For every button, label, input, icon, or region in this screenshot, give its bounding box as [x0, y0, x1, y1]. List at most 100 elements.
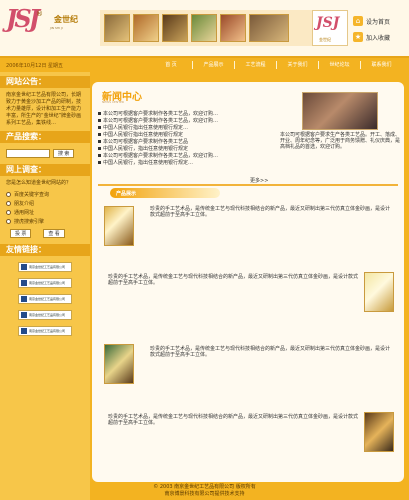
nav-item-forum[interactable]: 世纪论坛 [318, 61, 360, 69]
friend-link-label: 南京金世纪工艺品有限公司 [29, 265, 66, 269]
set-homepage-label: 设为首页 [366, 18, 391, 26]
survey-option-label: 通用网址 [14, 210, 35, 216]
search-input[interactable] [6, 149, 50, 158]
logo-secondary: JSJ 金世纪 [312, 10, 348, 46]
survey-option-label: 朋友介绍 [14, 201, 35, 207]
product-description: 珍贵的手工艺术品，是传统金工艺与现代科技相结合的新产品，最近又研制出第三代仿真立… [108, 274, 359, 286]
survey-option[interactable]: 朋友介绍 [6, 200, 84, 207]
link-logo-icon [21, 264, 27, 270]
banner-photo [162, 14, 188, 42]
link-logo-icon [21, 280, 27, 286]
link-logo-icon [21, 296, 27, 302]
vote-button[interactable]: 投 票 [10, 229, 32, 238]
bullet-icon [98, 112, 101, 115]
survey-question: 您是怎么知道金世纪网站的？ [6, 180, 72, 186]
radio-button[interactable] [6, 201, 11, 206]
products-banner-title: 产品展示 [116, 191, 137, 197]
radio-button[interactable] [6, 192, 11, 197]
nav-item-products[interactable]: 产品展示 [192, 61, 234, 69]
product-description: 珍贵的手工艺术品，是传统金工艺与现代科技相结合的新产品，最近又研制出第三代仿真立… [150, 346, 391, 358]
banner-photo [191, 14, 217, 42]
search-row: 搜 索 [6, 149, 84, 158]
news-item[interactable]: 本公司可根据客户要求制作各类工艺品，欢迎订购… [98, 152, 288, 159]
friend-link[interactable]: 南京金世纪工艺品有限公司 [18, 326, 72, 336]
logo-registered: ® [36, 10, 43, 18]
product-thumbnail[interactable] [104, 344, 134, 384]
header: JSJ ® 金世纪 JIN SHI JI JSJ 金世纪 ⌂ 设为首页 ★ 加入… [0, 0, 409, 58]
survey-option[interactable]: 通用网址 [6, 209, 84, 216]
nav-items: 首 页 产品展示 工艺流程 关于我们 世纪论坛 联系我们 [150, 61, 402, 69]
radio-button[interactable] [6, 219, 11, 224]
news-item[interactable]: 本公司可根据客户要求制作各类工艺品，欢迎订购… [98, 110, 288, 117]
footer: © 2003 南京金世纪工艺品有限公司 版权所有 南京博景科技有限公司提供技术支… [0, 484, 409, 500]
company-intro: 本公司可根据客户要求生产各类工艺品。开工、落成、开业、周年纪念等，广泛用于商务馈… [280, 132, 401, 150]
header-banner [100, 10, 312, 46]
sidebar: 网站公告： 南京金世纪工艺品有限公司，长期致力于黄金沙加工产品的研制，技术力量雄… [0, 72, 90, 500]
survey-title: 网上调查： [0, 164, 90, 176]
product-block: 珍贵的手工艺术品，是传统金工艺与现代科技相结合的新产品，最近又研制出第三代仿真立… [98, 202, 398, 262]
view-results-button[interactable]: 查 看 [43, 229, 65, 238]
news-item[interactable]: 本公司可根据客户要求制作各类工艺品，欢迎订购… [98, 117, 288, 124]
date-display: 2006年10月12日 星期五 [6, 63, 64, 69]
bullet-icon [98, 147, 101, 150]
more-news-link[interactable]: 更多>> [250, 177, 268, 184]
link-logo-icon [21, 328, 27, 334]
bullet-icon [98, 119, 101, 122]
news-item[interactable]: 中国人民银行指出任意使用银行规定 [98, 131, 288, 138]
friend-link-label: 南京金世纪工艺品有限公司 [29, 329, 66, 333]
logo2-text: 金世纪 [319, 37, 331, 42]
friend-link-label: 南京金世纪工艺品有限公司 [29, 297, 66, 301]
nav-item-contact[interactable]: 联系我们 [360, 61, 402, 69]
bullet-icon [98, 140, 101, 143]
friend-link[interactable]: 南京金世纪工艺品有限公司 [18, 310, 72, 320]
news-item[interactable]: 中国人民银行，指出任意使用银行规定 [98, 145, 288, 152]
bullet-icon [98, 154, 101, 157]
news-item-text: 本公司可根据客户要求制作各类工艺品，欢迎订购… [103, 153, 219, 159]
news-item-text: 本公司可根据客户要求制作各类工艺品 [103, 139, 189, 145]
product-block: 珍贵的手工艺术品，是传统金工艺与现代科技相结合的新产品，最近又研制出第三代仿真立… [98, 268, 398, 328]
logo-cn: 金世纪 [54, 15, 78, 24]
nav-item-process[interactable]: 工艺流程 [234, 61, 276, 69]
logo[interactable]: JSJ ® 金世纪 JIN SHI JI [6, 4, 100, 54]
news-item-text: 中国人民银行，指出任意使用银行规定 [103, 146, 189, 152]
star-icon: ★ [353, 32, 363, 42]
survey-option[interactable]: 搜虎搜索引擎 [6, 218, 84, 225]
footer-tech-support: 南京博景科技有限公司提供技术支持 [164, 491, 245, 497]
friend-link[interactable]: 南京金世纪工艺品有限公司 [18, 278, 72, 288]
main-nav: 2006年10月12日 星期五 首 页 产品展示 工艺流程 关于我们 世纪论坛 … [0, 60, 409, 70]
radio-button[interactable] [6, 210, 11, 215]
product-thumbnail[interactable] [364, 412, 394, 452]
news-item[interactable]: 本公司可根据客户要求制作各类工艺品 [98, 138, 288, 145]
set-homepage-link[interactable]: ⌂ 设为首页 [353, 14, 405, 28]
main-content: 新闻中心 NEWS CENTER 本公司可根据客户要求制作各类工艺品，欢迎订购…… [92, 82, 404, 482]
product-thumbnail[interactable] [104, 206, 134, 246]
news-item-text: 中国人民银行，指出任意使用银行规定… [103, 160, 194, 166]
logo-mark: JSJ [6, 4, 40, 33]
news-item-text: 本公司可根据客户要求制作各类工艺品，欢迎订购… [103, 118, 219, 124]
news-item[interactable]: 中国人民银行，指出任意使用银行规定… [98, 159, 288, 166]
add-favorite-label: 加入收藏 [366, 34, 391, 42]
news-item-text: 中国人民银行指出任意使用银行规定… [103, 125, 189, 131]
products-banner: 产品展示 [110, 188, 220, 198]
logo2-mark: JSJ [316, 15, 340, 31]
company-photo [302, 92, 378, 130]
bullet-icon [98, 126, 101, 129]
news-subtitle: NEWS CENTER [102, 100, 125, 104]
notice-text: 南京金世纪工艺品有限公司，长期致力于黄金沙加工产品的研制，技术力量雄厚，设计和加… [6, 92, 82, 126]
add-favorite-link[interactable]: ★ 加入收藏 [353, 30, 405, 44]
friend-link[interactable]: 南京金世纪工艺品有限公司 [18, 294, 72, 304]
product-thumbnail[interactable] [364, 272, 394, 312]
friend-link[interactable]: 南京金世纪工艺品有限公司 [18, 262, 72, 272]
banner-photo [104, 14, 130, 42]
notice-title: 网站公告： [0, 76, 90, 88]
nav-item-about[interactable]: 关于我们 [276, 61, 318, 69]
survey-buttons: 投 票 查 看 [10, 229, 80, 238]
news-item-text: 本公司可根据客户要求制作各类工艺品，欢迎订购… [103, 111, 219, 117]
nav-item-home[interactable]: 首 页 [150, 61, 192, 69]
survey-option[interactable]: 百度关键字查询 [6, 191, 84, 198]
news-item-text: 中国人民银行指出任意使用银行规定 [103, 132, 184, 138]
search-button[interactable]: 搜 索 [53, 149, 75, 158]
banner-photo [249, 14, 289, 42]
survey-option-label: 搜虎搜索引擎 [14, 219, 45, 225]
news-item[interactable]: 中国人民银行指出任意使用银行规定… [98, 124, 288, 131]
